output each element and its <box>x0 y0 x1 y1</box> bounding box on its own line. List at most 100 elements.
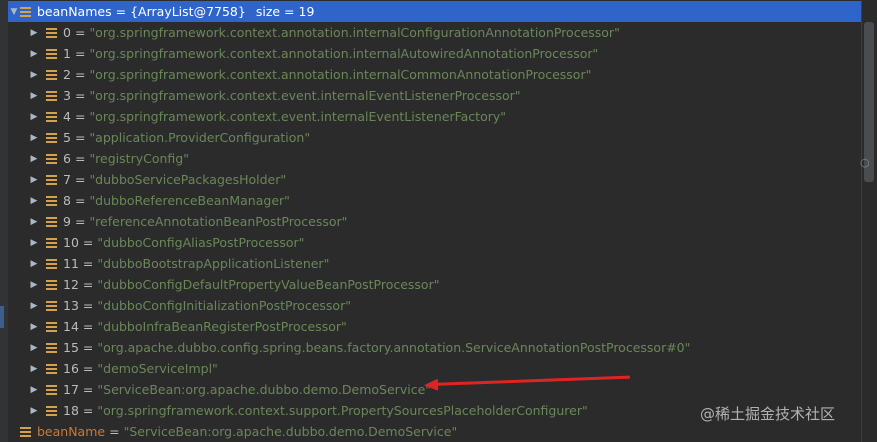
chevron-right-icon[interactable]: ▶ <box>28 342 40 354</box>
tree-row[interactable]: ▶ 7 = "dubboServicePackagesHolder" <box>28 169 877 190</box>
item-index: 6 <box>63 151 71 166</box>
item-index: 7 <box>63 172 71 187</box>
item-value: "org.apache.dubbo.config.spring.beans.fa… <box>97 340 691 355</box>
chevron-down-icon[interactable]: ▼ <box>8 6 20 18</box>
item-index: 5 <box>63 130 71 145</box>
item-value: "dubboConfigAliasPostProcessor" <box>97 235 305 250</box>
tree-row-bean-names[interactable]: ▼ beanNames = {ArrayList@7758} size = 19 <box>8 1 861 22</box>
watermark: @稀土掘金技术社区 <box>700 405 836 423</box>
tree-row[interactable]: ▶ 11 = "dubboBootstrapApplicationListener" <box>28 253 877 274</box>
tree-row[interactable]: ▶ 6 = "registryConfig" <box>28 148 877 169</box>
field-icon <box>46 27 57 38</box>
equals-sign: = <box>82 382 94 397</box>
tree-row[interactable]: ▶ 2 = "org.springframework.context.annotati… <box>28 64 877 85</box>
tree-row[interactable]: ▶ 16 = "demoServiceImpl" <box>28 358 877 379</box>
tree-row[interactable]: ▶ 0 = "org.springframework.context.annotati… <box>28 22 877 43</box>
edge-glyph: ○ <box>860 156 870 169</box>
tree-row-bean-name[interactable]: beanName = "ServiceBean:org.apache.dubbo… <box>8 421 861 442</box>
equals-sign: = <box>82 361 94 376</box>
tree-row[interactable]: ▶ 4 = "org.springframework.context.event.in… <box>28 106 877 127</box>
chevron-right-icon[interactable]: ▶ <box>28 195 40 207</box>
equals-sign: = <box>74 214 86 229</box>
equals-sign: = <box>82 319 94 334</box>
equals-sign: = <box>82 235 94 250</box>
item-index: 0 <box>63 25 71 40</box>
chevron-right-icon[interactable]: ▶ <box>28 321 40 333</box>
field-icon <box>46 111 57 122</box>
field-icon <box>46 300 57 311</box>
chevron-right-icon[interactable]: ▶ <box>28 405 40 417</box>
chevron-right-icon[interactable]: ▶ <box>28 216 40 228</box>
chevron-right-icon[interactable]: ▶ <box>28 111 40 123</box>
chevron-right-icon[interactable]: ▶ <box>28 279 40 291</box>
item-index: 8 <box>63 193 71 208</box>
field-icon <box>46 384 57 395</box>
field-icon <box>46 342 57 353</box>
equals-sign: = <box>74 109 86 124</box>
chevron-right-icon[interactable]: ▶ <box>28 27 40 39</box>
item-index: 13 <box>63 298 79 313</box>
field-icon <box>46 90 57 101</box>
chevron-right-icon[interactable]: ▶ <box>28 300 40 312</box>
field-icon <box>46 216 57 227</box>
item-value: "dubboBootstrapApplicationListener" <box>97 256 330 271</box>
equals-sign: = <box>74 172 86 187</box>
tree-row[interactable]: ▶ 5 = "application.ProviderConfiguration" <box>28 127 877 148</box>
field-icon <box>46 363 57 374</box>
chevron-right-icon[interactable]: ▶ <box>28 69 40 81</box>
tree-row[interactable]: ▶ 9 = "referenceAnnotationBeanPostProcessor… <box>28 211 877 232</box>
item-index: 14 <box>63 319 79 334</box>
chevron-right-icon[interactable]: ▶ <box>28 258 40 270</box>
item-index: 15 <box>63 340 79 355</box>
equals-sign: = <box>74 25 86 40</box>
tree-row[interactable]: ▶ 14 = "dubboInfraBeanRegisterPostProcessor… <box>28 316 877 337</box>
chevron-right-icon[interactable]: ▶ <box>28 363 40 375</box>
field-icon <box>46 48 57 59</box>
chevron-right-icon[interactable]: ▶ <box>28 48 40 60</box>
item-index: 18 <box>63 403 79 418</box>
item-value: "registryConfig" <box>89 151 189 166</box>
item-value: "dubboConfigInitializationPostProcessor" <box>97 298 351 313</box>
chevron-right-icon[interactable]: ▶ <box>28 174 40 186</box>
item-value: "demoServiceImpl" <box>97 361 218 376</box>
tree-row[interactable]: ▶ 15 = "org.apache.dubbo.config.spring.bean… <box>28 337 877 358</box>
chevron-right-icon[interactable]: ▶ <box>28 237 40 249</box>
item-value: "referenceAnnotationBeanPostProcessor" <box>89 214 348 229</box>
equals-sign: = <box>74 88 86 103</box>
field-icon <box>46 69 57 80</box>
item-value: "org.springframework.context.event.inter… <box>89 109 507 124</box>
tree-row[interactable]: ▶ 3 = "org.springframework.context.event.in… <box>28 85 877 106</box>
size-text: size = 19 <box>255 4 315 19</box>
variable-type: {ArrayList@7758} <box>130 4 246 19</box>
field-icon <box>46 279 57 290</box>
chevron-right-icon[interactable]: ▶ <box>28 384 40 396</box>
tree-row[interactable]: ▶ 10 = "dubboConfigAliasPostProcessor" <box>28 232 877 253</box>
item-index: 4 <box>63 109 71 124</box>
equals-sign: = <box>82 298 94 313</box>
equals-sign: = <box>82 340 94 355</box>
tree-row[interactable]: ▶ 1 = "org.springframework.context.annotati… <box>28 43 877 64</box>
left-gutter <box>0 0 8 442</box>
item-index: 3 <box>63 88 71 103</box>
chevron-right-icon[interactable]: ▶ <box>28 90 40 102</box>
equals-sign: = <box>115 4 127 19</box>
tree-row[interactable]: ▶ 13 = "dubboConfigInitializationPostProces… <box>28 295 877 316</box>
field-icon <box>46 321 57 332</box>
field-icon <box>20 6 31 17</box>
item-value: "dubboServicePackagesHolder" <box>89 172 287 187</box>
item-value: "dubboReferenceBeanManager" <box>89 193 290 208</box>
tree-row[interactable]: ▶ 12 = "dubboConfigDefaultPropertyValueBean… <box>28 274 877 295</box>
chevron-right-icon[interactable]: ▶ <box>28 132 40 144</box>
variable-name: beanName <box>37 424 106 439</box>
equals-sign: = <box>82 277 94 292</box>
tree-row[interactable]: ▶ 8 = "dubboReferenceBeanManager" <box>28 190 877 211</box>
equals-sign: = <box>74 193 86 208</box>
item-value: "org.springframework.context.annotation.… <box>89 67 592 82</box>
chevron-right-icon[interactable]: ▶ <box>28 153 40 165</box>
item-value: "org.springframework.context.event.inter… <box>89 88 521 103</box>
item-index: 12 <box>63 277 79 292</box>
item-value: "application.ProviderConfiguration" <box>89 130 311 145</box>
field-icon <box>46 258 57 269</box>
equals-sign: = <box>74 67 86 82</box>
